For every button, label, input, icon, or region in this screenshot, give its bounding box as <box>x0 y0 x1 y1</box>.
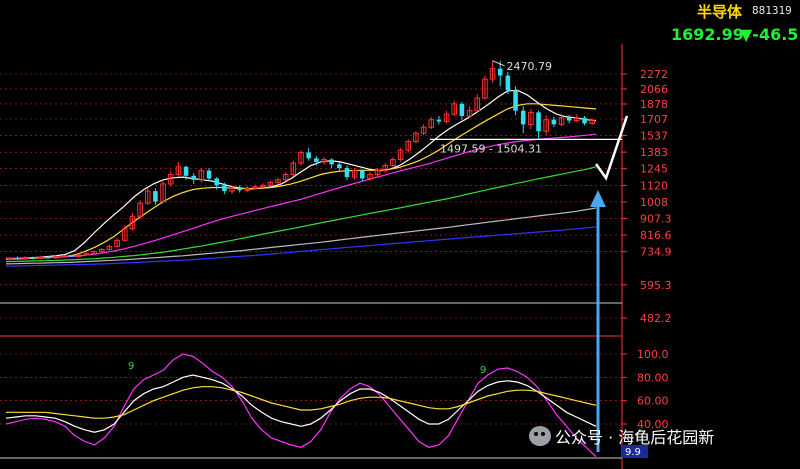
candle-down <box>191 175 197 180</box>
tick-label: 482.2 <box>640 312 672 325</box>
tick-label: 1707 <box>640 113 668 126</box>
osc-line-white <box>5 374 597 433</box>
candle-down <box>183 166 189 176</box>
moving-averages <box>5 89 597 267</box>
candle-down <box>582 117 587 124</box>
candle-down <box>329 159 334 165</box>
watermark-text: 公众号 · 海龟后花园新 <box>555 428 715 447</box>
candle-down <box>505 75 511 91</box>
candle-down <box>206 170 212 179</box>
osc-peak-marker: 9 <box>480 365 486 376</box>
high-pointer <box>492 60 505 67</box>
candle-down <box>68 255 74 257</box>
candle-down <box>459 103 465 116</box>
osc-peak-marker: 9 <box>128 361 134 372</box>
candle-down <box>30 257 36 259</box>
candle-down <box>237 188 242 191</box>
price-grid <box>0 44 623 469</box>
candle-down <box>222 185 227 192</box>
candle-down <box>306 152 311 159</box>
index-change: ▼-46.5 <box>740 25 799 44</box>
candle-down <box>360 170 365 179</box>
index-name: 半导体 <box>697 3 743 21</box>
tick-label: 1120 <box>640 179 668 192</box>
candle-down <box>536 112 541 132</box>
candle-down <box>520 110 526 125</box>
candles <box>7 60 595 261</box>
candle-down <box>214 178 220 186</box>
osc-line-magenta <box>5 353 597 458</box>
price-axis: 2272 2066 1878 1707 1537 1383 1245 1120 1008 907.… <box>622 68 672 325</box>
range-label: 1497.59 - 1504.31 <box>440 142 542 155</box>
tick-label: 595.3 <box>640 279 672 292</box>
candle-down <box>497 68 503 76</box>
osc-tick-label: 60.00 <box>637 395 669 408</box>
wechat-logo-icon <box>529 426 551 446</box>
watermark: 公众号 · 海龟后花园新 <box>529 424 714 448</box>
tick-label: 1008 <box>640 196 668 209</box>
tick-label: 1383 <box>640 146 668 159</box>
ma-line-gray <box>5 207 597 265</box>
tick-label: 1245 <box>640 163 668 176</box>
kline-chart: 2272 2066 1878 1707 1537 1383 1245 1120 1008 907.… <box>0 44 672 469</box>
candle-down <box>153 191 158 202</box>
candle-down <box>15 258 20 260</box>
candle-down <box>513 90 518 111</box>
candle-down <box>314 158 319 162</box>
candle-up <box>60 255 67 258</box>
tick-label: 734.9 <box>640 246 672 259</box>
osc-value-label: 9.9 <box>625 447 641 458</box>
osc-line-yellow <box>6 386 597 419</box>
tick-label: 2272 <box>640 68 668 81</box>
candle-down <box>45 257 51 259</box>
index-code: 881319 <box>752 4 792 17</box>
candle-down <box>344 168 350 178</box>
candle-down <box>337 164 342 169</box>
tick-label: 1878 <box>640 98 668 111</box>
tick-label: 2066 <box>640 83 668 96</box>
up-arrow-head <box>590 190 606 207</box>
tick-label: 816.6 <box>640 229 672 242</box>
candle-down <box>551 119 557 125</box>
osc-tick-label: 100.0 <box>637 348 669 361</box>
candle-down <box>566 117 572 121</box>
high-label: 2470.79 <box>507 60 553 73</box>
index-price: 1692.99 <box>671 25 744 44</box>
tick-label: 1537 <box>640 130 668 143</box>
candle-down <box>436 119 442 122</box>
osc-tick-label: 80.00 <box>637 371 669 384</box>
ma-line-yellow <box>5 103 597 260</box>
tick-label: 907.3 <box>640 212 672 225</box>
